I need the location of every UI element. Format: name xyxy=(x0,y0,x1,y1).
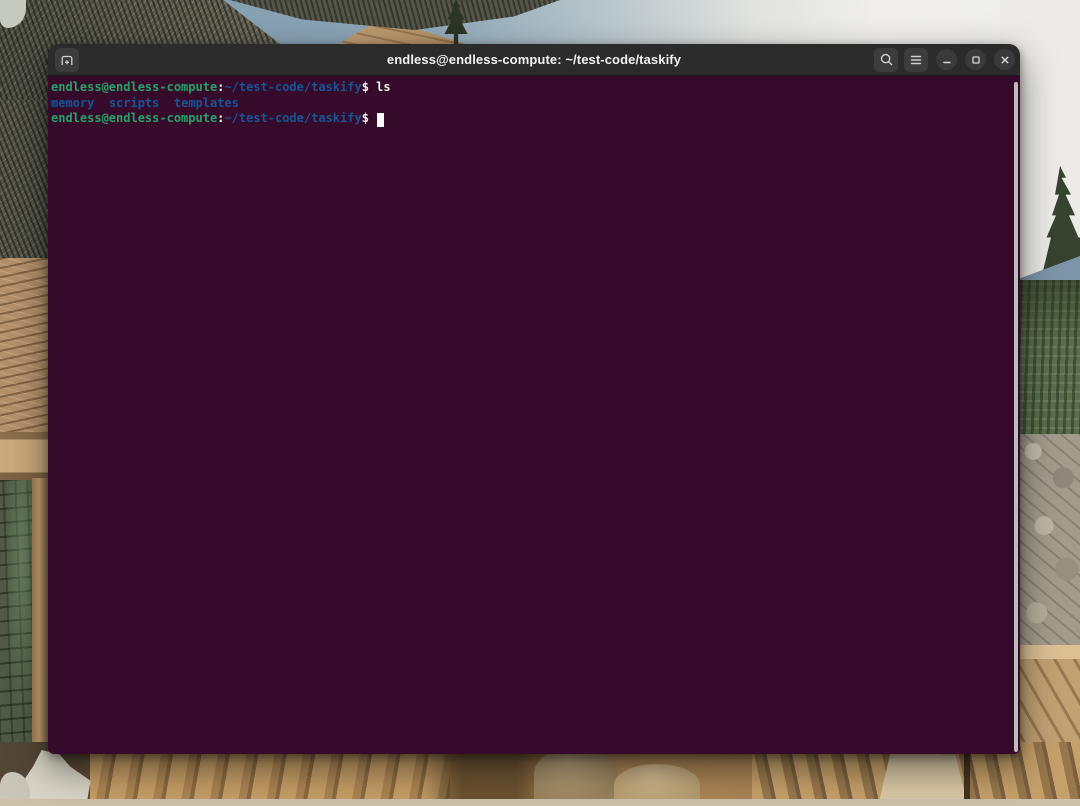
new-tab-icon xyxy=(59,52,75,68)
wallpaper-wood-beam xyxy=(0,432,48,484)
close-button[interactable] xyxy=(994,49,1015,70)
terminal-screen[interactable]: endless@endless-compute:~/test-code/task… xyxy=(48,76,1020,754)
terminal-text-segment: $ xyxy=(362,80,376,94)
terminal-line: memory scripts templates xyxy=(51,96,1012,112)
terminal-text-segment: memory xyxy=(51,96,94,110)
search-button[interactable] xyxy=(874,48,898,72)
minimize-button[interactable] xyxy=(936,49,957,70)
terminal-cursor xyxy=(377,113,384,127)
wallpaper-tan-shingles xyxy=(0,258,48,438)
wallpaper-rocky-scree xyxy=(1020,434,1080,652)
wallpaper-wood-post xyxy=(32,478,48,760)
scrollbar-thumb[interactable] xyxy=(1014,82,1018,752)
scrollbar[interactable] xyxy=(1012,80,1020,752)
terminal-line: endless@endless-compute:~/test-code/task… xyxy=(51,80,1012,96)
terminal-line: endless@endless-compute:~/test-code/task… xyxy=(51,111,1012,127)
terminal-text-segment: endless@endless-compute xyxy=(51,111,217,125)
terminal-text-segment: $ xyxy=(362,111,376,125)
terminal-lines: endless@endless-compute:~/test-code/task… xyxy=(51,80,1012,127)
terminal-text-segment: ls xyxy=(376,80,390,94)
wallpaper-rock-large xyxy=(534,748,618,806)
terminal-text-segment: scripts xyxy=(109,96,160,110)
maximize-icon xyxy=(970,54,982,66)
terminal-text-segment: ~/test-code/taskify xyxy=(224,111,361,125)
close-icon xyxy=(999,54,1011,66)
terminal-text-segment xyxy=(159,96,173,110)
wallpaper-bottom-edge xyxy=(0,799,1080,806)
terminal-text-segment: endless@endless-compute xyxy=(51,80,217,94)
terminal-text-segment: templates xyxy=(174,96,239,110)
terminal-text-segment: ~/test-code/taskify xyxy=(224,80,361,94)
menu-icon xyxy=(909,53,923,67)
menu-button[interactable] xyxy=(904,48,928,72)
wallpaper-green-shingles xyxy=(0,480,36,758)
search-icon xyxy=(879,52,894,67)
headerbar-controls xyxy=(874,48,1015,72)
wallpaper-stone-slab xyxy=(878,752,968,806)
new-tab-button[interactable] xyxy=(55,48,79,72)
wallpaper-twigs-left xyxy=(0,100,48,265)
terminal-window: endless@endless-compute: ~/test-code/tas… xyxy=(48,44,1020,754)
terminal-text-segment xyxy=(94,96,108,110)
terminal-headerbar[interactable]: endless@endless-compute: ~/test-code/tas… xyxy=(48,44,1020,76)
maximize-button[interactable] xyxy=(965,49,986,70)
minimize-icon xyxy=(941,54,953,66)
wallpaper-forest-slope xyxy=(1020,280,1080,438)
